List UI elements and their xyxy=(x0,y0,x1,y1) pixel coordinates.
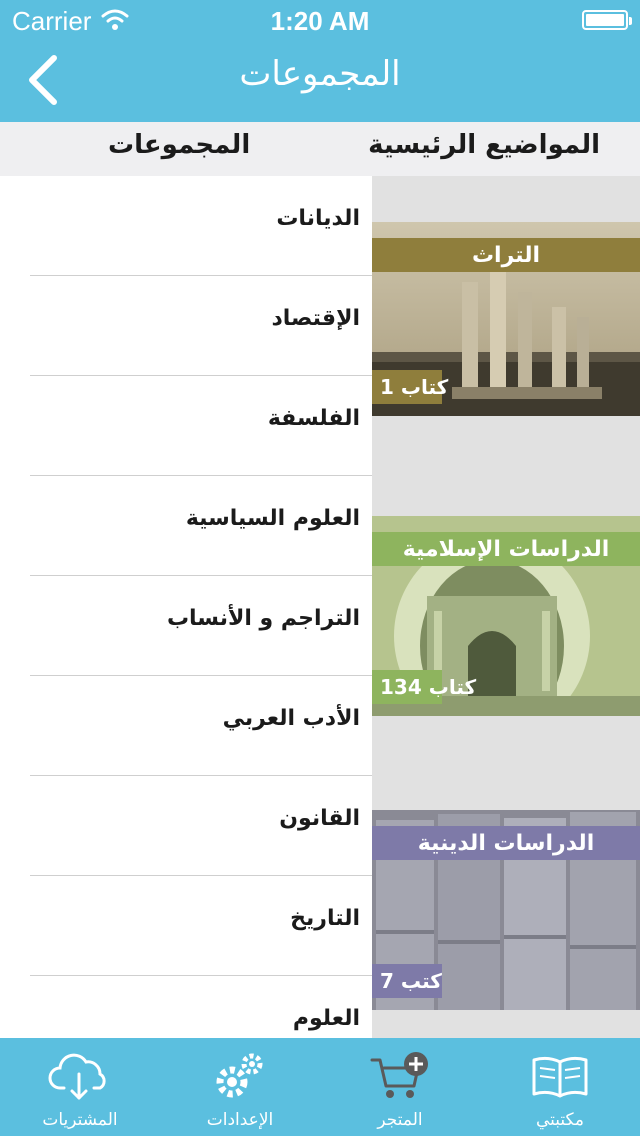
tab-label: الإعدادات xyxy=(206,1110,274,1130)
list-item[interactable]: الأدب العربي xyxy=(0,676,372,776)
list-item-label: القانون xyxy=(279,806,360,831)
list-item[interactable]: الفلسفة xyxy=(0,376,372,476)
list-item-label: الأدب العربي xyxy=(222,706,360,731)
category-title: التراث xyxy=(372,238,640,272)
category-title: الدراسات الإسلامية xyxy=(372,532,640,566)
category-title: الدراسات الدينية xyxy=(372,826,640,860)
category-book-count: 134 كتاب xyxy=(372,670,476,704)
nav-bar: المجموعات xyxy=(0,40,640,122)
tab-settings[interactable]: الإعدادات xyxy=(160,1038,320,1136)
page-title: المجموعات xyxy=(239,54,401,94)
clock: 1:20 AM xyxy=(270,6,370,36)
tab-library[interactable]: مكتبتي xyxy=(480,1038,640,1136)
category-card-islamic-studies[interactable]: الدراسات الإسلامية 134 كتاب xyxy=(372,516,640,716)
category-card-heritage[interactable]: التراث 1 كتاب xyxy=(372,222,640,416)
tab-label: المتجر xyxy=(377,1110,423,1130)
list-item-label: العلوم السياسية xyxy=(185,506,360,531)
tab-main-topics[interactable]: المواضيع الرئيسية xyxy=(368,130,600,160)
gears-icon xyxy=(216,1053,263,1098)
category-card-religious-studies[interactable]: الدراسات الدينية 7 كتب xyxy=(372,810,640,1010)
section-switcher: المواضيع الرئيسية المجموعات xyxy=(0,122,640,176)
list-item[interactable]: العلوم xyxy=(0,976,372,1038)
battery-icon xyxy=(582,10,632,30)
tab-label: المشتريات xyxy=(42,1110,118,1130)
list-item-label: التراجم و الأنساب xyxy=(166,606,360,631)
list-item-label: الفلسفة xyxy=(267,406,360,431)
cloud-download-icon xyxy=(48,1053,106,1100)
groups-list: الديانات الإقتصاد الفلسفة العلوم السياسي… xyxy=(0,176,372,1038)
list-item[interactable]: الإقتصاد xyxy=(0,276,372,376)
category-shelf: التراث 1 كتاب الدراسات الإسلامية 134 كتا… xyxy=(372,176,640,1038)
list-item-label: الديانات xyxy=(276,206,360,231)
status-bar: Carrier 1:20 AM xyxy=(0,0,640,40)
cart-add-icon xyxy=(370,1052,428,1098)
category-book-count: 7 كتب xyxy=(372,964,442,998)
list-item[interactable]: التاريخ xyxy=(0,876,372,976)
list-item[interactable]: الديانات xyxy=(0,176,372,276)
tab-purchases[interactable]: المشتريات xyxy=(0,1038,160,1136)
list-item-label: التاريخ xyxy=(290,906,360,931)
tab-bar: المشتريات الإعدادات المتجر مكتبتي xyxy=(0,1038,640,1136)
category-book-count: 1 كتاب xyxy=(372,370,448,404)
list-item[interactable]: التراجم و الأنساب xyxy=(0,576,372,676)
tab-groups[interactable]: المجموعات xyxy=(108,130,250,160)
tab-store[interactable]: المتجر xyxy=(320,1038,480,1136)
list-item-label: العلوم xyxy=(292,1006,360,1031)
list-item-label: الإقتصاد xyxy=(271,306,360,331)
list-item[interactable]: العلوم السياسية xyxy=(0,476,372,576)
tab-label: مكتبتي xyxy=(535,1110,585,1130)
list-item[interactable]: القانون xyxy=(0,776,372,876)
open-book-icon xyxy=(532,1056,588,1098)
